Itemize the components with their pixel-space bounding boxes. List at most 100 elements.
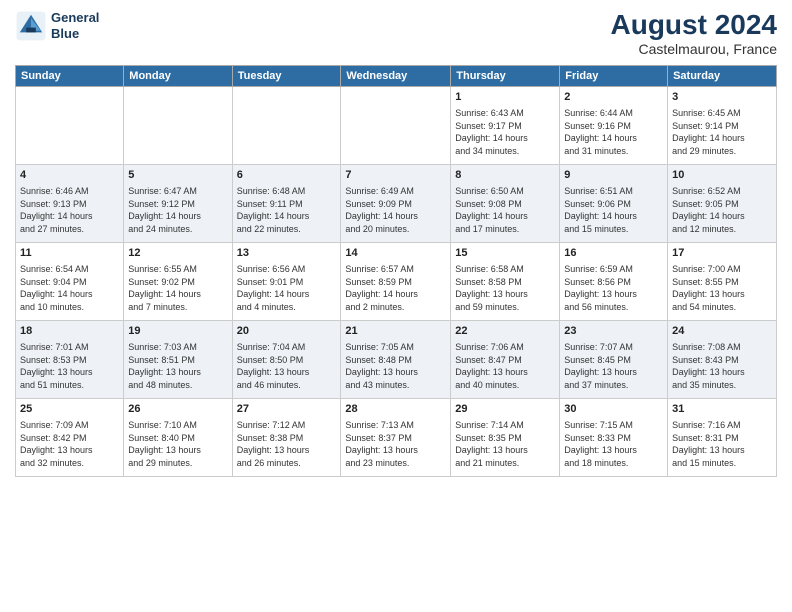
- calendar-cell: 7 Sunrise: 6:49 AM Sunset: 9:09 PM Daylig…: [341, 164, 451, 242]
- cell-info: Sunrise: 7:08 AM Sunset: 8:43 PM Dayligh…: [672, 341, 772, 391]
- calendar-week-3: 11Sunrise: 6:54 AM Sunset: 9:04 PM Dayli…: [16, 242, 777, 320]
- calendar-cell: 28 Sunrise: 7:13 AM Sunset: 8:37 PM Dayli…: [341, 398, 451, 476]
- day-number: 7: [345, 168, 446, 183]
- cell-info: Sunrise: 6:45 AM Sunset: 9:14 PM Dayligh…: [672, 107, 772, 157]
- day-number: 29: [455, 402, 555, 417]
- cell-info: Sunrise: 6:55 AM Sunset: 9:02 PM Dayligh…: [128, 263, 227, 313]
- calendar-cell: [16, 86, 124, 164]
- cell-info: Sunrise: 6:56 AM Sunset: 9:01 PM Dayligh…: [237, 263, 337, 313]
- header-row: Sunday Monday Tuesday Wednesday Thursday…: [16, 65, 777, 86]
- calendar-cell: 24 Sunrise: 7:08 AM Sunset: 8:43 PM Dayli…: [668, 320, 777, 398]
- calendar-cell: [124, 86, 232, 164]
- header: General Blue August 2024 Castelmaurou, F…: [15, 10, 777, 57]
- calendar-cell: [232, 86, 341, 164]
- cell-info: Sunrise: 7:00 AM Sunset: 8:55 PM Dayligh…: [672, 263, 772, 313]
- logo-text: General Blue: [51, 10, 99, 41]
- cell-info: Sunrise: 7:07 AM Sunset: 8:45 PM Dayligh…: [564, 341, 663, 391]
- cell-info: Sunrise: 6:47 AM Sunset: 9:12 PM Dayligh…: [128, 185, 227, 235]
- calendar-cell: [341, 86, 451, 164]
- calendar-cell: 12 Sunrise: 6:55 AM Sunset: 9:02 PM Dayli…: [124, 242, 232, 320]
- cell-info: Sunrise: 6:59 AM Sunset: 8:56 PM Dayligh…: [564, 263, 663, 313]
- cell-info: Sunrise: 7:01 AM Sunset: 8:53 PM Dayligh…: [20, 341, 119, 391]
- cell-info: Sunrise: 7:06 AM Sunset: 8:47 PM Dayligh…: [455, 341, 555, 391]
- day-number: 24: [672, 324, 772, 339]
- day-number: 16: [564, 246, 663, 261]
- calendar-cell: 29 Sunrise: 7:14 AM Sunset: 8:35 PM Dayli…: [451, 398, 560, 476]
- cell-info: Sunrise: 6:58 AM Sunset: 8:58 PM Dayligh…: [455, 263, 555, 313]
- cell-info: Sunrise: 6:51 AM Sunset: 9:06 PM Dayligh…: [564, 185, 663, 235]
- cell-info: Sunrise: 6:49 AM Sunset: 9:09 PM Dayligh…: [345, 185, 446, 235]
- calendar-cell: 18 Sunrise: 7:01 AM Sunset: 8:53 PM Dayli…: [16, 320, 124, 398]
- calendar-table: Sunday Monday Tuesday Wednesday Thursday…: [15, 65, 777, 477]
- cell-info: Sunrise: 6:50 AM Sunset: 9:08 PM Dayligh…: [455, 185, 555, 235]
- calendar-cell: 30Sunrise: 7:15 AM Sunset: 8:33 PM Dayli…: [560, 398, 668, 476]
- col-wednesday: Wednesday: [341, 65, 451, 86]
- logo-line2: Blue: [51, 26, 99, 42]
- calendar-cell: 14Sunrise: 6:57 AM Sunset: 8:59 PM Dayli…: [341, 242, 451, 320]
- day-number: 22: [455, 324, 555, 339]
- calendar-week-4: 18 Sunrise: 7:01 AM Sunset: 8:53 PM Dayli…: [16, 320, 777, 398]
- calendar-cell: 1 Sunrise: 6:43 AM Sunset: 9:17 PM Daylig…: [451, 86, 560, 164]
- cell-info: Sunrise: 7:09 AM Sunset: 8:42 PM Dayligh…: [20, 419, 119, 469]
- day-number: 17: [672, 246, 772, 261]
- day-number: 13: [237, 246, 337, 261]
- cell-info: Sunrise: 7:05 AM Sunset: 8:48 PM Dayligh…: [345, 341, 446, 391]
- day-number: 4: [20, 168, 119, 183]
- calendar-cell: 3 Sunrise: 6:45 AM Sunset: 9:14 PM Daylig…: [668, 86, 777, 164]
- col-sunday: Sunday: [16, 65, 124, 86]
- day-number: 28: [345, 402, 446, 417]
- cell-info: Sunrise: 7:10 AM Sunset: 8:40 PM Dayligh…: [128, 419, 227, 469]
- cell-info: Sunrise: 7:12 AM Sunset: 8:38 PM Dayligh…: [237, 419, 337, 469]
- calendar-cell: 31Sunrise: 7:16 AM Sunset: 8:31 PM Dayli…: [668, 398, 777, 476]
- calendar-cell: 10 Sunrise: 6:52 AM Sunset: 9:05 PM Dayli…: [668, 164, 777, 242]
- day-number: 10: [672, 168, 772, 183]
- day-number: 5: [128, 168, 227, 183]
- col-monday: Monday: [124, 65, 232, 86]
- calendar-cell: 16 Sunrise: 6:59 AM Sunset: 8:56 PM Dayli…: [560, 242, 668, 320]
- day-number: 18: [20, 324, 119, 339]
- day-number: 12: [128, 246, 227, 261]
- day-number: 26: [128, 402, 227, 417]
- day-number: 19: [128, 324, 227, 339]
- calendar-cell: 19 Sunrise: 7:03 AM Sunset: 8:51 PM Dayli…: [124, 320, 232, 398]
- logo: General Blue: [15, 10, 99, 42]
- day-number: 20: [237, 324, 337, 339]
- logo-line1: General: [51, 10, 99, 26]
- calendar-cell: 20 Sunrise: 7:04 AM Sunset: 8:50 PM Dayli…: [232, 320, 341, 398]
- day-number: 6: [237, 168, 337, 183]
- day-number: 3: [672, 90, 772, 105]
- cell-info: Sunrise: 7:13 AM Sunset: 8:37 PM Dayligh…: [345, 419, 446, 469]
- day-number: 11: [20, 246, 119, 261]
- col-saturday: Saturday: [668, 65, 777, 86]
- month-title: August 2024: [611, 10, 778, 41]
- calendar-week-1: 1 Sunrise: 6:43 AM Sunset: 9:17 PM Daylig…: [16, 86, 777, 164]
- logo-icon: [15, 10, 47, 42]
- cell-info: Sunrise: 7:04 AM Sunset: 8:50 PM Dayligh…: [237, 341, 337, 391]
- calendar-cell: 27 Sunrise: 7:12 AM Sunset: 8:38 PM Dayli…: [232, 398, 341, 476]
- col-friday: Friday: [560, 65, 668, 86]
- day-number: 27: [237, 402, 337, 417]
- day-number: 15: [455, 246, 555, 261]
- day-number: 25: [20, 402, 119, 417]
- cell-info: Sunrise: 7:16 AM Sunset: 8:31 PM Dayligh…: [672, 419, 772, 469]
- calendar-week-2: 4Sunrise: 6:46 AM Sunset: 9:13 PM Daylig…: [16, 164, 777, 242]
- calendar-cell: 22 Sunrise: 7:06 AM Sunset: 8:47 PM Dayli…: [451, 320, 560, 398]
- calendar-cell: 5 Sunrise: 6:47 AM Sunset: 9:12 PM Daylig…: [124, 164, 232, 242]
- day-number: 30: [564, 402, 663, 417]
- day-number: 21: [345, 324, 446, 339]
- col-thursday: Thursday: [451, 65, 560, 86]
- cell-info: Sunrise: 6:57 AM Sunset: 8:59 PM Dayligh…: [345, 263, 446, 313]
- calendar-cell: 6Sunrise: 6:48 AM Sunset: 9:11 PM Daylig…: [232, 164, 341, 242]
- calendar-cell: 4Sunrise: 6:46 AM Sunset: 9:13 PM Daylig…: [16, 164, 124, 242]
- cell-info: Sunrise: 7:14 AM Sunset: 8:35 PM Dayligh…: [455, 419, 555, 469]
- calendar-cell: 8Sunrise: 6:50 AM Sunset: 9:08 PM Daylig…: [451, 164, 560, 242]
- cell-info: Sunrise: 6:52 AM Sunset: 9:05 PM Dayligh…: [672, 185, 772, 235]
- calendar-week-5: 25 Sunrise: 7:09 AM Sunset: 8:42 PM Dayli…: [16, 398, 777, 476]
- cell-info: Sunrise: 7:03 AM Sunset: 8:51 PM Dayligh…: [128, 341, 227, 391]
- title-block: August 2024 Castelmaurou, France: [611, 10, 778, 57]
- day-number: 23: [564, 324, 663, 339]
- day-number: 1: [455, 90, 555, 105]
- day-number: 2: [564, 90, 663, 105]
- cell-info: Sunrise: 6:43 AM Sunset: 9:17 PM Dayligh…: [455, 107, 555, 157]
- col-tuesday: Tuesday: [232, 65, 341, 86]
